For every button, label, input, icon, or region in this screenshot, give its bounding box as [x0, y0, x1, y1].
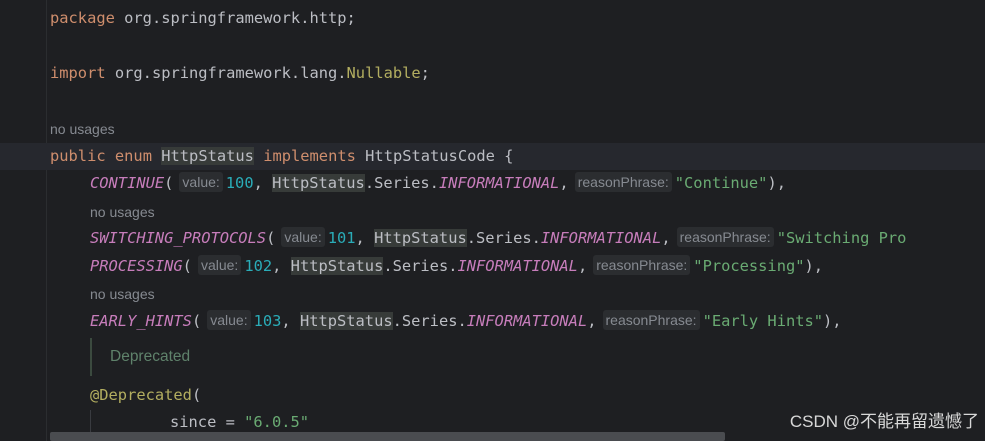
since-value: "6.0.5" [244, 413, 310, 431]
horizontal-scrollbar[interactable] [50, 432, 725, 441]
constant-name: EARLY_HINTS [90, 312, 192, 330]
gutter-divider [46, 0, 47, 441]
keyword-import: import [50, 64, 106, 82]
reason-phrase: "Early Hints" [702, 312, 824, 330]
status-code: 103 [253, 312, 282, 330]
since-key: since = [170, 413, 245, 431]
javadoc-deprecated-text: Deprecated [110, 348, 191, 365]
code-line-annotation[interactable]: @Deprecated( [90, 382, 201, 409]
usages-hint-switching[interactable]: no usages [90, 202, 155, 222]
code-line-import[interactable]: import org.springframework.lang.Nullable… [50, 60, 430, 87]
param-hint-reason: reasonPhrase: [602, 310, 700, 330]
constant-name: CONTINUE [90, 174, 165, 192]
code-line-package[interactable]: package org.springframework.http; [50, 5, 356, 32]
enum-name: HttpStatus [161, 147, 254, 165]
keyword-enum: enum [114, 147, 152, 165]
package-name: org.springframework.http; [114, 9, 356, 27]
param-hint-reason: reasonPhrase: [593, 255, 691, 275]
series-informational: INFORMATIONAL [438, 174, 560, 192]
reason-phrase: "Continue" [674, 174, 768, 192]
series-class: HttpStatus [290, 257, 384, 275]
code-line-processing[interactable]: PROCESSING(value: 102, HttpStatus.Series.… [90, 253, 823, 280]
keyword-implements: implements [263, 147, 356, 165]
constant-name: PROCESSING [90, 257, 183, 275]
status-code: 101 [327, 229, 356, 247]
code-line-continue[interactable]: CONTINUE(value: 100, HttpStatus.Series.IN… [90, 170, 786, 197]
usages-hint-early-hints[interactable]: no usages [90, 284, 155, 304]
status-code: 102 [244, 257, 273, 275]
code-line-switching-protocols[interactable]: SWITCHING_PROTOCOLS(value: 101, HttpStatu… [90, 225, 906, 252]
code-editor[interactable]: package org.springframework.http; import… [0, 0, 985, 441]
keyword-package: package [50, 9, 115, 27]
param-hint-value: value: [207, 310, 251, 330]
status-code: 100 [225, 174, 254, 192]
series-class: HttpStatus [374, 229, 467, 247]
code-line-early-hints[interactable]: EARLY_HINTS(value: 103, HttpStatus.Series… [90, 308, 842, 335]
rendered-javadoc-deprecated[interactable]: Deprecated [90, 338, 690, 376]
constant-name: SWITCHING_PROTOCOLS [90, 229, 267, 247]
import-class-nullable: Nullable [346, 64, 421, 82]
usages-hint-enum[interactable]: no usages [50, 119, 115, 139]
javadoc-bar [90, 338, 92, 376]
code-line-enum-declaration[interactable]: public enum HttpStatus implements HttpSt… [50, 143, 513, 170]
watermark-text: CSDN @不能再留遗憾了 [789, 412, 979, 431]
param-hint-value: value: [179, 172, 223, 192]
series-class: HttpStatus [272, 174, 365, 192]
series-informational: INFORMATIONAL [466, 312, 588, 330]
interface-name: HttpStatusCode { [365, 147, 514, 165]
reason-phrase: "Processing" [693, 257, 805, 275]
keyword-public: public [50, 147, 106, 165]
param-hint-value: value: [281, 227, 325, 247]
import-semicolon: ; [420, 64, 430, 82]
series-informational: INFORMATIONAL [540, 229, 662, 247]
import-path: org.springframework.lang. [105, 64, 347, 82]
param-hint-value: value: [197, 255, 242, 275]
annotation-deprecated: @Deprecated [90, 386, 192, 404]
reason-phrase: "Switching Pro [776, 229, 907, 247]
series-class: HttpStatus [299, 312, 393, 330]
series-informational: INFORMATIONAL [457, 257, 578, 275]
param-hint-reason: reasonPhrase: [676, 227, 774, 247]
param-hint-reason: reasonPhrase: [574, 172, 672, 192]
